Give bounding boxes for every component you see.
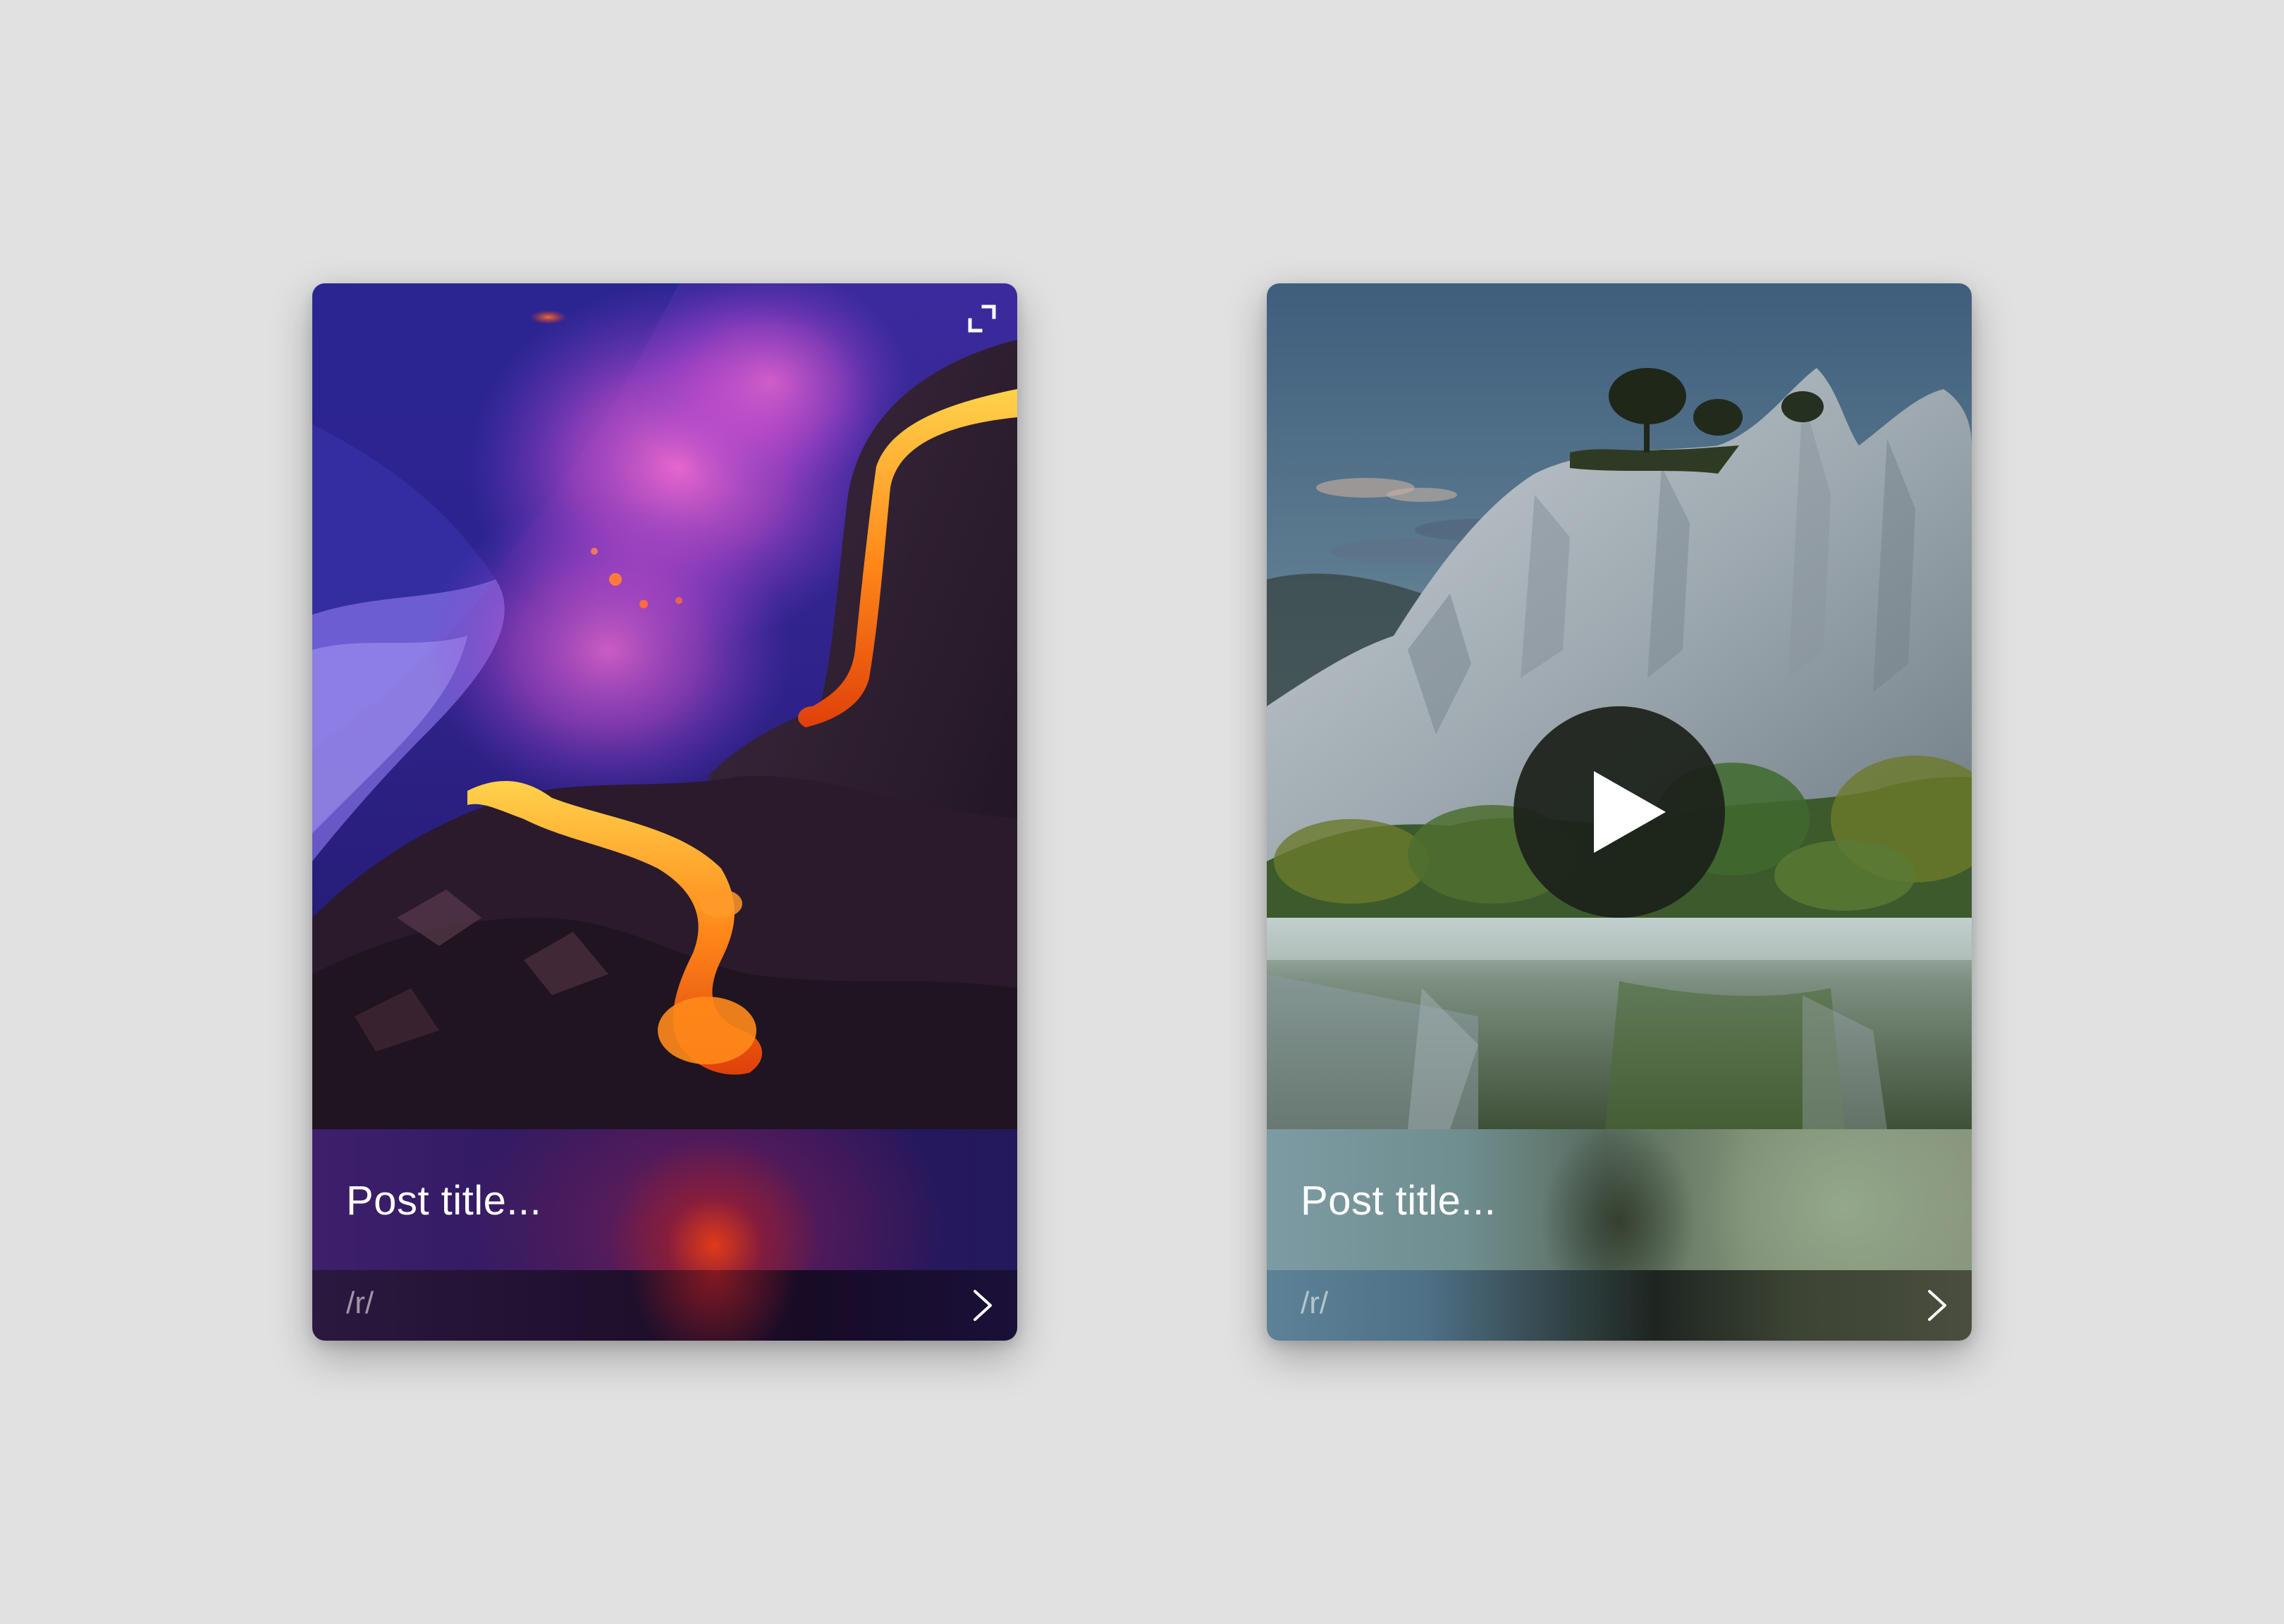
post-footer[interactable]: /r/ (1267, 1270, 1972, 1341)
post-title: Post title... (1301, 1178, 1497, 1224)
post-title-area[interactable]: Post title... (312, 1129, 1017, 1270)
play-icon (1594, 771, 1666, 853)
post-footer[interactable]: /r/ (312, 1270, 1017, 1341)
post-title: Post title... (346, 1178, 542, 1224)
chevron-right-icon[interactable] (1925, 1288, 1949, 1322)
post-card-lava[interactable]: Post title... /r/ (312, 283, 1017, 1341)
play-button[interactable] (1514, 706, 1725, 918)
subreddit-label: /r/ (346, 1286, 374, 1320)
post-card-cliffs[interactable]: Post title... /r/ (1267, 283, 1972, 1341)
subreddit-label: /r/ (1301, 1286, 1329, 1320)
expand-icon[interactable] (966, 303, 997, 334)
post-title-area[interactable]: Post title... (1267, 1129, 1972, 1270)
post-image[interactable] (312, 283, 1017, 1129)
chevron-right-icon[interactable] (971, 1288, 995, 1322)
